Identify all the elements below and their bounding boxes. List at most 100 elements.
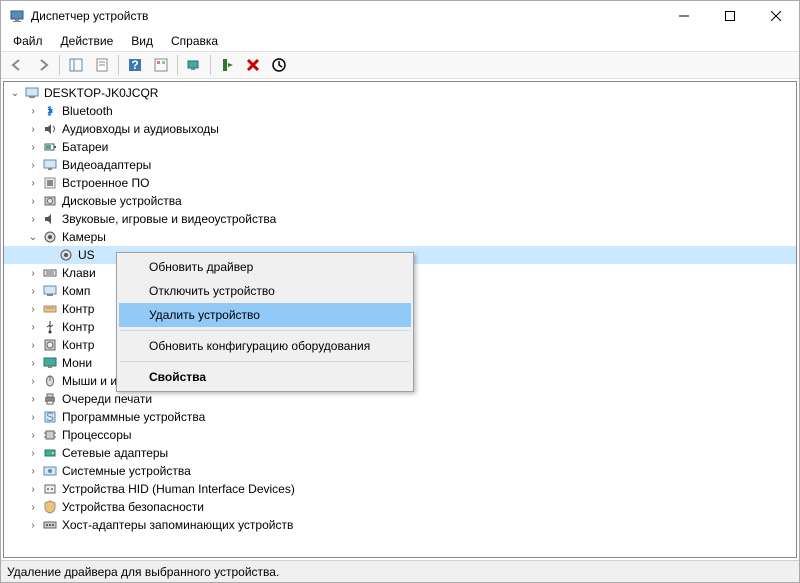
ctx-scan-hardware[interactable]: Обновить конфигурацию оборудования: [119, 334, 411, 358]
expand-icon[interactable]: ›: [26, 158, 40, 172]
ctx-disable-device[interactable]: Отключить устройство: [119, 279, 411, 303]
expand-icon[interactable]: ›: [26, 356, 40, 370]
collapse-icon[interactable]: ⌄: [8, 86, 22, 100]
tree-category-label: Хост-адаптеры запоминающих устройств: [62, 518, 293, 532]
close-button[interactable]: [753, 1, 799, 31]
menu-action[interactable]: Действие: [53, 32, 122, 50]
show-hide-tree-button[interactable]: [64, 53, 88, 77]
device-tree[interactable]: ⌄ DESKTOP-JK0JCQR › Bluetooth › Аудиовходы …: [3, 81, 797, 558]
expand-icon[interactable]: ›: [26, 338, 40, 352]
expand-icon[interactable]: ›: [26, 284, 40, 298]
tree-device-label: US: [78, 248, 95, 262]
expand-icon[interactable]: ›: [26, 194, 40, 208]
ctx-uninstall-device[interactable]: Удалить устройство: [119, 303, 411, 327]
tree-category[interactable]: › Хост-адаптеры запоминающих устройств: [4, 516, 796, 534]
menu-help[interactable]: Справка: [163, 32, 226, 50]
tree-category[interactable]: ›Видеоадаптеры: [4, 156, 796, 174]
tree-category[interactable]: › Устройства HID (Human Interface Devices…: [4, 480, 796, 498]
tree-category[interactable]: ›Батареи: [4, 138, 796, 156]
tree-category[interactable]: ›Очереди печати: [4, 390, 796, 408]
tree-category[interactable]: › Аудиовходы и аудиовыходы: [4, 120, 796, 138]
bluetooth-icon: [42, 103, 58, 119]
window-title: Диспетчер устройств: [31, 9, 661, 23]
expand-icon[interactable]: ›: [26, 410, 40, 424]
ctx-separator: [120, 361, 410, 362]
tree-category-label: Комп: [62, 284, 90, 298]
storage-icon: [42, 337, 58, 353]
expand-icon[interactable]: ›: [26, 320, 40, 334]
help-button[interactable]: ?: [123, 53, 147, 77]
tree-category-label: Устройства HID (Human Interface Devices): [62, 482, 295, 496]
statusbar: Удаление драйвера для выбранного устройс…: [1, 560, 799, 582]
expand-icon[interactable]: ›: [26, 104, 40, 118]
menu-file[interactable]: Файл: [5, 32, 51, 50]
audio-icon: [42, 121, 58, 137]
window-buttons: [661, 1, 799, 31]
tree-category[interactable]: ›Дисковые устройства: [4, 192, 796, 210]
back-button[interactable]: [5, 53, 29, 77]
expand-icon[interactable]: ›: [26, 374, 40, 388]
tree-category[interactable]: ›SПрограммные устройства: [4, 408, 796, 426]
expand-icon[interactable]: ›: [26, 482, 40, 496]
maximize-button[interactable]: [707, 1, 753, 31]
tree-category[interactable]: › Процессоры: [4, 426, 796, 444]
battery-icon: [42, 139, 58, 155]
tree-category[interactable]: › Устройства безопасности: [4, 498, 796, 516]
expand-icon[interactable]: ›: [26, 266, 40, 280]
scan-hardware-button[interactable]: [182, 53, 206, 77]
tree-category-label: Встроенное ПО: [62, 176, 149, 190]
tree-category-label: Процессоры: [62, 428, 132, 442]
expand-icon[interactable]: ›: [26, 518, 40, 532]
svg-text:S: S: [46, 410, 54, 424]
expand-icon[interactable]: ›: [26, 302, 40, 316]
printer-icon: [42, 391, 58, 407]
tree-category-label: Устройства безопасности: [62, 500, 204, 514]
enable-button[interactable]: [215, 53, 239, 77]
disk-icon: [42, 193, 58, 209]
expand-icon[interactable]: ›: [26, 446, 40, 460]
tree-root[interactable]: ⌄ DESKTOP-JK0JCQR: [4, 84, 796, 102]
keyboard-icon: [42, 265, 58, 281]
tree-category[interactable]: ⌄Камеры: [4, 228, 796, 246]
menu-view[interactable]: Вид: [123, 32, 161, 50]
camera-icon: [42, 229, 58, 245]
network-icon: [42, 445, 58, 461]
uninstall-button[interactable]: [241, 53, 265, 77]
monitor-icon: [42, 355, 58, 371]
firmware-icon: [42, 175, 58, 191]
titlebar: Диспетчер устройств: [1, 1, 799, 31]
hba-icon: [42, 517, 58, 533]
ctx-properties[interactable]: Свойства: [119, 365, 411, 389]
tree-category[interactable]: › Bluetooth: [4, 102, 796, 120]
tree-category[interactable]: ›Звуковые, игровые и видеоустройства: [4, 210, 796, 228]
expand-icon[interactable]: ›: [26, 212, 40, 226]
cpu-icon: [42, 427, 58, 443]
expand-icon[interactable]: ›: [26, 428, 40, 442]
collapse-icon[interactable]: ⌄: [26, 230, 40, 244]
action-button[interactable]: [149, 53, 173, 77]
tree-category[interactable]: › Встроенное ПО: [4, 174, 796, 192]
ctx-update-driver[interactable]: Обновить драйвер: [119, 255, 411, 279]
tree-category-label: Клави: [62, 266, 96, 280]
tree-category[interactable]: ›Системные устройства: [4, 462, 796, 480]
hid-icon: [42, 481, 58, 497]
expand-icon[interactable]: ›: [26, 500, 40, 514]
usb-icon: [42, 319, 58, 335]
context-menu: Обновить драйвер Отключить устройство Уд…: [116, 252, 414, 392]
expand-icon[interactable]: ›: [26, 140, 40, 154]
display-icon: [42, 157, 58, 173]
expand-icon[interactable]: ›: [26, 392, 40, 406]
forward-button[interactable]: [31, 53, 55, 77]
minimize-button[interactable]: [661, 1, 707, 31]
expand-icon[interactable]: ›: [26, 122, 40, 136]
tree-category[interactable]: ›Сетевые адаптеры: [4, 444, 796, 462]
svg-text:?: ?: [131, 58, 138, 72]
tree-category-label: Аудиовходы и аудиовыходы: [62, 122, 219, 136]
mouse-icon: [42, 373, 58, 389]
update-driver-button[interactable]: [267, 53, 291, 77]
tree-category-label: Bluetooth: [62, 104, 113, 118]
properties-button[interactable]: [90, 53, 114, 77]
expand-icon[interactable]: ›: [26, 464, 40, 478]
expand-icon[interactable]: ›: [26, 176, 40, 190]
camera-icon: [58, 247, 74, 263]
